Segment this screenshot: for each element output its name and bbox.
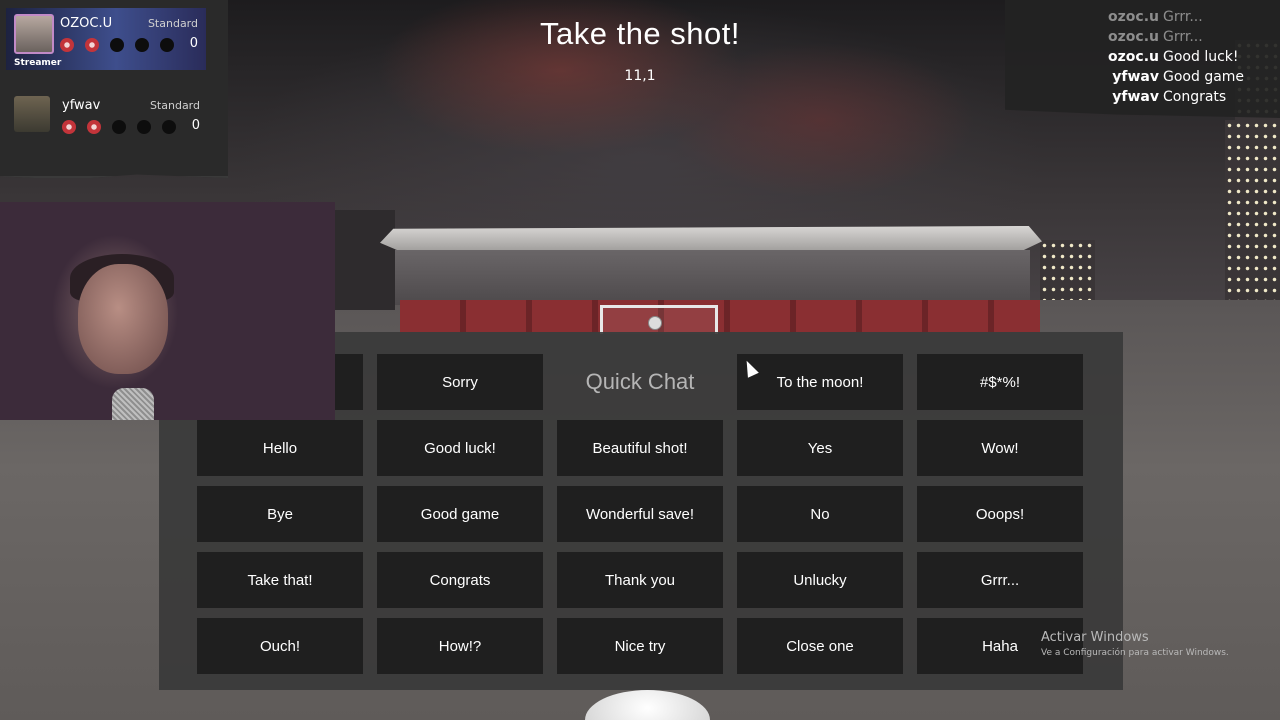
chat-message: ozoc.u Grrr...	[1101, 29, 1203, 49]
chat-text: Good luck!	[1163, 49, 1239, 65]
pending-shot-icon	[137, 120, 151, 134]
quick-chat-button[interactable]: Close one	[737, 618, 903, 674]
player-name: yfwav	[62, 98, 101, 113]
watermark-subtitle: Ve a Configuración para activar Windows.	[1041, 648, 1229, 658]
player-card-2: yfwav Standard 0	[8, 90, 208, 154]
quick-chat-button[interactable]: Take that!	[197, 552, 363, 608]
quick-chat-button[interactable]: Congrats	[377, 552, 543, 608]
chat-username: yfwav	[1112, 89, 1159, 105]
pending-shot-icon	[162, 120, 176, 134]
chat-username: ozoc.u	[1108, 29, 1159, 45]
streamer-badge: Streamer	[14, 58, 62, 68]
ball-in-goal	[648, 316, 662, 330]
chat-username: ozoc.u	[1108, 9, 1159, 25]
shot-tracker	[62, 120, 176, 134]
quick-chat-button[interactable]: Ooops!	[917, 486, 1083, 542]
windows-activation-watermark: Activar Windows Ve a Configuración para …	[1041, 630, 1229, 658]
quick-chat-button[interactable]: Wow!	[917, 420, 1083, 476]
building-left	[335, 210, 395, 310]
quick-chat-button[interactable]: How!?	[377, 618, 543, 674]
chat-text: Good game	[1163, 69, 1245, 85]
quick-chat-button[interactable]: Nice try	[557, 618, 723, 674]
quick-chat-title: Quick Chat	[585, 369, 695, 394]
player-score: 0	[191, 118, 200, 133]
building-right-1	[1225, 120, 1280, 300]
avatar	[14, 96, 50, 132]
quick-chat-button[interactable]: Unlucky	[737, 552, 903, 608]
quick-chat-button[interactable]: Wonderful save!	[557, 486, 723, 542]
quick-chat-button[interactable]: Good luck!	[377, 420, 543, 476]
quick-chat-button[interactable]: Bye	[197, 486, 363, 542]
quick-chat-button[interactable]: Ouch!	[197, 618, 363, 674]
quick-chat-button[interactable]: To the moon!	[737, 354, 903, 410]
building-mid-right	[1040, 240, 1095, 300]
quick-chat-button[interactable]: Thank you	[557, 552, 723, 608]
quick-chat-button[interactable]: Hello	[197, 420, 363, 476]
stadium-structure	[395, 250, 1030, 305]
chat-message: yfwav Congrats	[1101, 89, 1226, 109]
pending-shot-icon	[112, 120, 126, 134]
microphone	[112, 388, 154, 420]
missed-shot-icon	[87, 120, 101, 134]
quick-chat-button[interactable]: #$*%!	[917, 354, 1083, 410]
chat-feed: ozoc.u Grrr... ozoc.u Grrr... ozoc.u Good l…	[1005, 0, 1280, 118]
quick-chat-button[interactable]: Good game	[377, 486, 543, 542]
player-mode: Standard	[149, 99, 200, 112]
stadium-stands	[400, 300, 1040, 332]
quick-chat-button[interactable]: Sorry	[377, 354, 543, 410]
chat-message: yfwav Good game	[1101, 69, 1244, 89]
webcam-face	[78, 264, 168, 374]
chat-text: Grrr...	[1163, 9, 1203, 25]
chat-username: ozoc.u	[1108, 49, 1159, 65]
quick-chat-button[interactable]: Beautiful shot!	[557, 420, 723, 476]
chat-message: ozoc.u Good luck!	[1101, 49, 1239, 69]
quick-chat-button[interactable]: Grrr...	[917, 552, 1083, 608]
chat-username: yfwav	[1112, 69, 1159, 85]
watermark-title: Activar Windows	[1041, 630, 1149, 645]
quick-chat-button[interactable]: No	[737, 486, 903, 542]
chat-message: ozoc.u Grrr...	[1101, 9, 1203, 29]
missed-shot-icon	[62, 120, 76, 134]
webcam-overlay-front	[0, 202, 335, 420]
quick-chat-button[interactable]: Yes	[737, 420, 903, 476]
chat-text: Grrr...	[1163, 29, 1203, 45]
chat-text: Congrats	[1163, 89, 1227, 105]
